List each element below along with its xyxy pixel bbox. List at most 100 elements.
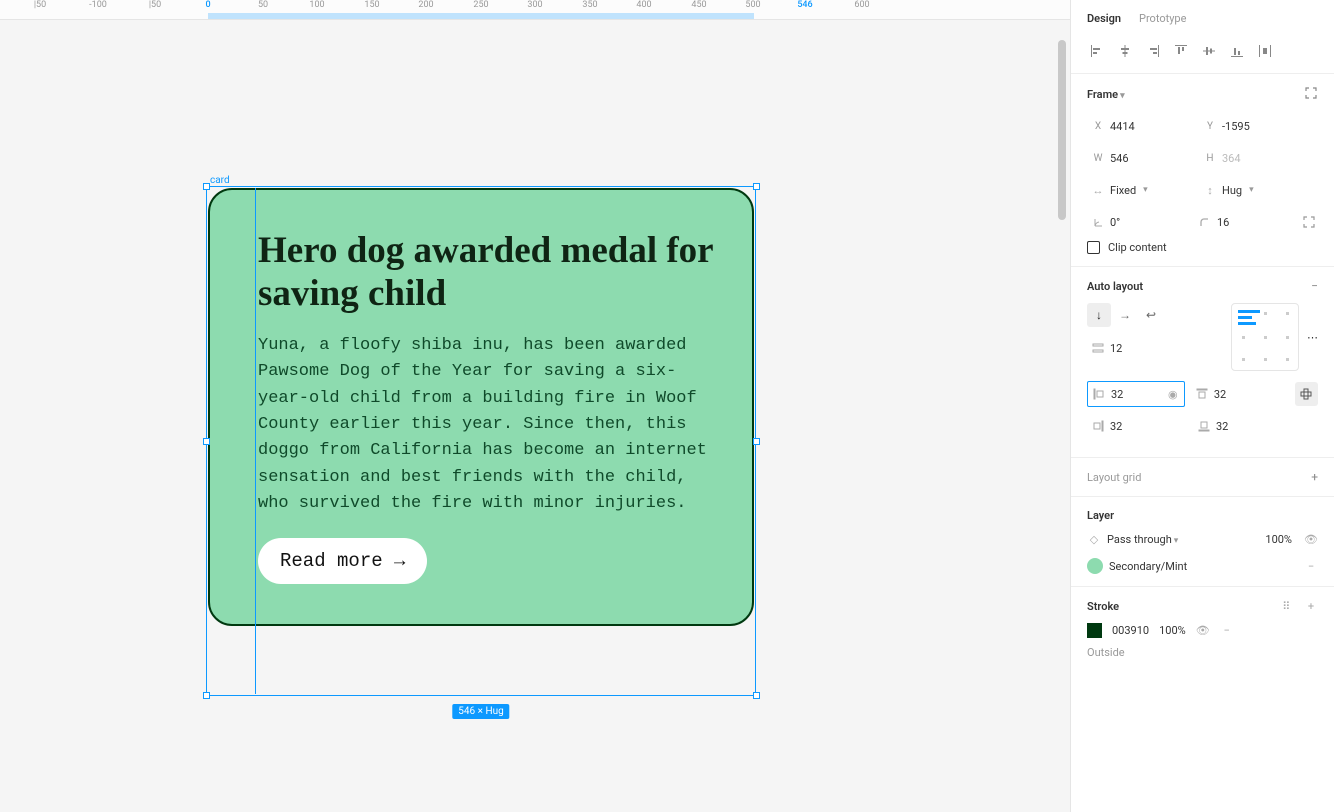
canvas[interactable]: card Hero dog awarded medal for saving c… bbox=[0, 20, 1070, 812]
independent-corners-icon[interactable] bbox=[1301, 213, 1318, 231]
padding-top-input[interactable]: 32 bbox=[1191, 381, 1289, 407]
resize-handle-se[interactable] bbox=[753, 692, 760, 699]
chevron-down-icon: ▾ bbox=[1120, 91, 1125, 101]
resize-handle-e[interactable] bbox=[753, 438, 760, 445]
ruler-tick: |50 bbox=[149, 0, 161, 10]
align-hcenter-icon[interactable] bbox=[1115, 41, 1135, 61]
resize-handle-sw[interactable] bbox=[203, 692, 210, 699]
alignment-toolbar bbox=[1071, 35, 1334, 74]
ruler-selection-span bbox=[208, 13, 754, 19]
width-mode-select[interactable]: ↔Fixed▾ bbox=[1087, 177, 1193, 203]
ruler-tick: 546 bbox=[797, 0, 812, 10]
add-stroke-icon[interactable]: + bbox=[1304, 599, 1318, 613]
visibility-icon[interactable]: 👁 bbox=[1304, 532, 1318, 546]
remove-autolayout-icon[interactable]: − bbox=[1311, 279, 1318, 293]
ruler-tick: 150 bbox=[364, 0, 379, 10]
frame-section: Frame▾ X4414 Y-1595 W546 H364 ↔Fixed▾ ↕H… bbox=[1071, 74, 1334, 267]
layer-title: Layer bbox=[1087, 509, 1114, 522]
align-vcenter-icon[interactable] bbox=[1199, 41, 1219, 61]
width-input[interactable]: W546 bbox=[1087, 145, 1193, 171]
padding-right-input[interactable]: 32 bbox=[1087, 413, 1187, 439]
ruler-tick: 350 bbox=[582, 0, 597, 10]
height-input[interactable]: H364 bbox=[1199, 145, 1305, 171]
frame-label[interactable]: card bbox=[210, 175, 230, 186]
detach-style-icon[interactable]: − bbox=[1304, 559, 1318, 573]
frame-title[interactable]: Frame▾ bbox=[1087, 88, 1125, 101]
tab-design[interactable]: Design bbox=[1087, 12, 1121, 25]
pad-right-icon bbox=[1091, 419, 1105, 433]
ruler-tick: 250 bbox=[473, 0, 488, 10]
distribute-icon[interactable] bbox=[1255, 41, 1275, 61]
remove-stroke-icon[interactable]: − bbox=[1220, 624, 1234, 638]
card-title[interactable]: Hero dog awarded medal for saving child bbox=[258, 230, 720, 315]
gap-icon bbox=[1091, 341, 1105, 355]
add-layoutgrid-icon[interactable]: + bbox=[1311, 470, 1318, 484]
align-left-icon[interactable] bbox=[1087, 41, 1107, 61]
layoutgrid-section: Layout grid + bbox=[1071, 458, 1334, 497]
resize-to-fit-icon[interactable] bbox=[1304, 86, 1318, 103]
align-right-icon[interactable] bbox=[1143, 41, 1163, 61]
read-more-button[interactable]: Read more → bbox=[258, 538, 427, 584]
scrub-icon: ◉ bbox=[1166, 387, 1180, 401]
autolayout-more-icon[interactable]: ⋯ bbox=[1307, 331, 1318, 344]
rotation-input[interactable]: 0° bbox=[1087, 209, 1188, 235]
ruler-tick: 450 bbox=[691, 0, 706, 10]
resize-handle-nw[interactable] bbox=[203, 183, 210, 190]
ruler-tick: 100 bbox=[309, 0, 324, 10]
hresize-icon: ↔ bbox=[1091, 183, 1105, 197]
vresize-icon: ↕ bbox=[1203, 183, 1217, 197]
card-frame[interactable]: Hero dog awarded medal for saving child … bbox=[208, 188, 754, 626]
card-body[interactable]: Yuna, a floofy shiba inu, has been award… bbox=[258, 333, 720, 517]
opacity-input[interactable]: 100% bbox=[1265, 533, 1292, 546]
stroke-hex[interactable]: 003910 bbox=[1112, 624, 1149, 637]
alignment-grid[interactable] bbox=[1231, 303, 1299, 371]
pad-top-icon bbox=[1195, 387, 1209, 401]
horizontal-ruler[interactable]: |50-100|50050100150200250300350400450500… bbox=[0, 0, 1070, 20]
autolayout-section: Auto layout − ↓ → ↩ 12 bbox=[1071, 267, 1334, 458]
pad-left-icon bbox=[1092, 387, 1106, 401]
height-mode-select[interactable]: ↕Hug▾ bbox=[1199, 177, 1305, 203]
resize-handle-w[interactable] bbox=[203, 438, 210, 445]
ruler-tick: 300 bbox=[527, 0, 542, 10]
pad-bottom-icon bbox=[1197, 419, 1211, 433]
blend-icon: ◇ bbox=[1087, 532, 1101, 546]
direction-vertical-button[interactable]: ↓ bbox=[1087, 303, 1111, 327]
ruler-tick: |50 bbox=[34, 0, 46, 10]
autolayout-title: Auto layout bbox=[1087, 280, 1143, 293]
stroke-opacity[interactable]: 100% bbox=[1159, 624, 1186, 637]
resize-handle-ne[interactable] bbox=[753, 183, 760, 190]
stroke-swatch[interactable] bbox=[1087, 623, 1102, 638]
blend-mode-select[interactable]: Pass through▾ bbox=[1107, 533, 1259, 546]
fill-style-name[interactable]: Secondary/Mint bbox=[1109, 560, 1298, 573]
padding-left-input[interactable]: 32 ◉ bbox=[1087, 381, 1185, 407]
corner-radius-input[interactable]: 16 bbox=[1194, 209, 1295, 235]
padding-bottom-input[interactable]: 32 bbox=[1193, 413, 1293, 439]
ruler-tick: 0 bbox=[205, 0, 210, 10]
y-input[interactable]: Y-1595 bbox=[1199, 113, 1305, 139]
padding-guide-line bbox=[255, 188, 256, 694]
layer-section: Layer ◇ Pass through▾ 100% 👁 Secondary/M… bbox=[1071, 497, 1334, 587]
ruler-tick: 200 bbox=[418, 0, 433, 10]
direction-toggle: ↓ → ↩ bbox=[1087, 303, 1223, 327]
clip-content-checkbox[interactable] bbox=[1087, 241, 1100, 254]
angle-icon bbox=[1091, 215, 1105, 229]
tab-prototype[interactable]: Prototype bbox=[1139, 12, 1186, 25]
align-top-icon[interactable] bbox=[1171, 41, 1191, 61]
stroke-position-select[interactable]: Outside bbox=[1087, 646, 1125, 659]
fill-swatch[interactable] bbox=[1087, 558, 1103, 574]
gap-input[interactable]: 12 bbox=[1087, 335, 1193, 361]
ruler-tick: 400 bbox=[636, 0, 651, 10]
independent-padding-icon[interactable] bbox=[1295, 382, 1318, 406]
x-input[interactable]: X4414 bbox=[1087, 113, 1193, 139]
layoutgrid-title: Layout grid bbox=[1087, 471, 1141, 484]
direction-horizontal-button[interactable]: → bbox=[1113, 303, 1137, 327]
canvas-scrollbar[interactable] bbox=[1058, 40, 1066, 220]
panel-tabs: Design Prototype bbox=[1071, 0, 1334, 35]
corner-icon bbox=[1198, 215, 1212, 229]
stroke-style-icon[interactable]: ⠿ bbox=[1279, 599, 1293, 613]
stroke-visibility-icon[interactable]: 👁 bbox=[1196, 624, 1210, 638]
align-bottom-icon[interactable] bbox=[1227, 41, 1247, 61]
direction-wrap-button[interactable]: ↩ bbox=[1139, 303, 1163, 327]
dimensions-badge: 546 × Hug bbox=[452, 704, 509, 719]
ruler-tick: 600 bbox=[854, 0, 869, 10]
